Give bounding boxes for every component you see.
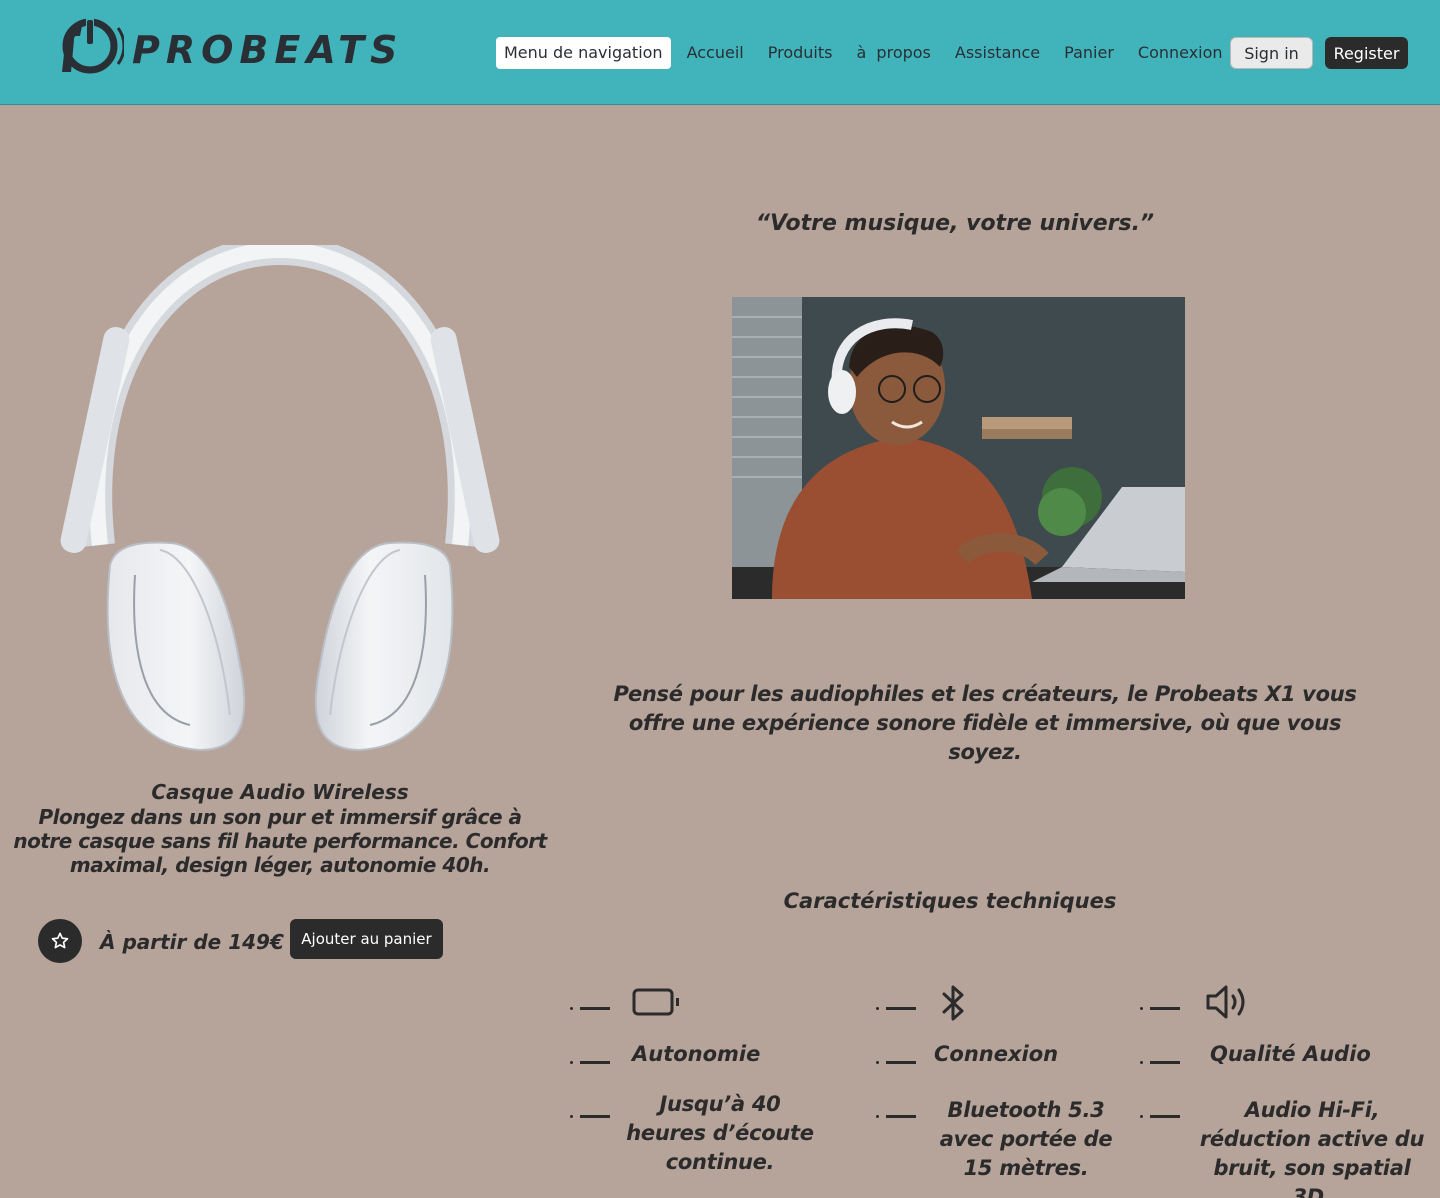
feature-description: Bluetooth 5.3 avec portée de 15 mètres. — [939, 1098, 1113, 1180]
nav-item-accueil[interactable]: Accueil — [675, 37, 756, 69]
hero-quote: “Votre musique, votre univers.” — [755, 211, 1155, 236]
nav-item-produits[interactable]: Produits — [756, 37, 845, 69]
brand-logo[interactable]: PROBEATS — [52, 14, 412, 86]
product-title: Casque Audio Wireless — [151, 780, 409, 804]
man-with-headphones-photo — [732, 297, 1185, 599]
add-to-cart-button[interactable]: Ajouter au panier — [290, 919, 443, 959]
bluetooth-icon — [942, 985, 964, 1021]
bullet-marker — [570, 1002, 612, 1010]
bullet-marker — [876, 1002, 918, 1010]
nav-item-a-propos[interactable]: à propos — [844, 37, 942, 69]
feature-title: Autonomie — [632, 1042, 761, 1066]
feature-description: Jusqu’à 40 heures d’écoute continue. — [626, 1092, 814, 1174]
battery-icon — [632, 988, 679, 1016]
probeats-logo-icon — [62, 18, 124, 74]
main-nav: Menu de navigation Accueil Produits à pr… — [496, 37, 1235, 69]
bullet-marker — [1140, 1056, 1182, 1064]
bullet-marker — [570, 1056, 612, 1064]
bullet-marker — [1140, 1110, 1182, 1118]
feature-title: Connexion — [934, 1042, 1059, 1066]
sign-in-button[interactable]: Sign in — [1230, 37, 1313, 69]
top-header: PROBEATS Menu de navigation Accueil Prod… — [0, 0, 1440, 105]
bullet-marker — [570, 1110, 612, 1118]
bullet-marker — [876, 1056, 918, 1064]
nav-item-assistance[interactable]: Assistance — [943, 37, 1052, 69]
brand-name: PROBEATS — [132, 28, 404, 72]
register-button[interactable]: Register — [1325, 37, 1408, 69]
favorite-button[interactable] — [38, 919, 82, 963]
speaker-icon — [1206, 985, 1245, 1019]
specs-heading: Caractéristiques techniques — [783, 889, 1117, 913]
product-pitch: Pensé pour les audiophiles et les créate… — [613, 682, 1357, 764]
nav-item-panier[interactable]: Panier — [1052, 37, 1126, 69]
product-description: Plongez dans un son pur et immersif grâc… — [13, 805, 547, 877]
nav-item-menu[interactable]: Menu de navigation — [496, 37, 671, 69]
bullet-marker — [1140, 1002, 1182, 1010]
headphones-product-image — [60, 234, 500, 760]
feature-description: Audio Hi-Fi, réduction active du bruit, … — [1199, 1098, 1425, 1198]
feature-title: Qualité Audio — [1210, 1042, 1371, 1066]
bullet-marker — [876, 1110, 918, 1118]
product-price: À partir de 149€ — [100, 930, 284, 954]
star-icon — [51, 932, 69, 949]
nav-item-connexion[interactable]: Connexion — [1126, 37, 1235, 69]
